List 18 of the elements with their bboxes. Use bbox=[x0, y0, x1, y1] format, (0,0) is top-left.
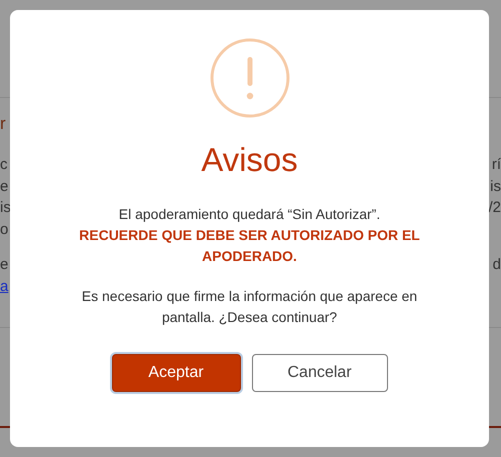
page-text: e bbox=[0, 178, 8, 195]
heading-text: r bbox=[0, 114, 6, 134]
message-text: El apoderamiento quedará “Sin Autorizar”. bbox=[118, 205, 380, 224]
page-text: c bbox=[0, 156, 8, 174]
page-text: d bbox=[492, 256, 501, 274]
warning-icon bbox=[210, 38, 290, 118]
cancel-button[interactable]: Cancelar bbox=[252, 354, 388, 392]
dialog-title: Avisos bbox=[201, 140, 298, 180]
warning-text: RECUERDE QUE DEBE SER AUTORIZADO POR EL APODERADO. bbox=[78, 226, 421, 266]
page-text: o bbox=[0, 220, 8, 238]
page-text: is bbox=[0, 199, 11, 216]
page-text: is bbox=[490, 178, 501, 195]
page-text: /2 bbox=[488, 199, 501, 216]
page-text: e bbox=[0, 256, 8, 274]
page-link[interactable]: a bbox=[0, 278, 8, 295]
message-text: Es necesario que firme la información que aparece en pantalla. ¿Desea continuar? bbox=[80, 287, 418, 327]
page-text: rí bbox=[492, 156, 501, 174]
accept-button[interactable]: Aceptar bbox=[112, 354, 240, 392]
